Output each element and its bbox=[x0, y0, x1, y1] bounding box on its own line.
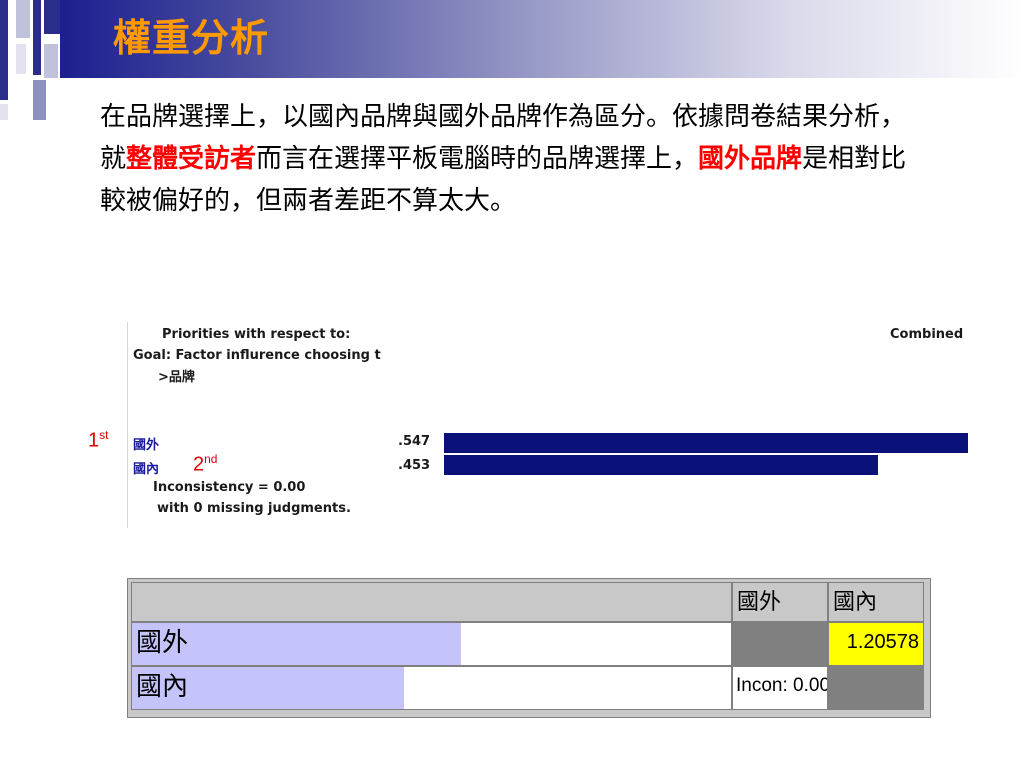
decorative-square bbox=[33, 0, 41, 75]
combined-label: Combined bbox=[890, 327, 964, 342]
priority-label-foreign: 國外 bbox=[133, 438, 160, 453]
decorative-square bbox=[44, 44, 58, 78]
inconsistency-text: Inconsistency = 0.00 bbox=[153, 480, 306, 495]
decorative-square bbox=[0, 104, 8, 120]
paragraph-text: 而言在選擇平板電腦時的品牌選擇上， bbox=[256, 144, 699, 174]
grid-col-header-foreign[interactable]: 國外 bbox=[732, 582, 828, 622]
decorative-square bbox=[44, 0, 60, 34]
grid-header-blank bbox=[131, 582, 732, 622]
subgoal-line: >品牌 bbox=[158, 370, 195, 385]
comparison-grid: 國外 國內 國外 1.20578 國內 Incon: 0.00 bbox=[127, 578, 931, 718]
highlight-respondents: 整體受訪者 bbox=[126, 144, 257, 174]
grid-ratio-cell[interactable]: 1.20578 bbox=[828, 622, 924, 666]
priority-value-domestic: .453 bbox=[398, 458, 431, 473]
grid-row-label-domestic[interactable]: 國內 bbox=[131, 666, 732, 710]
goal-line: Goal: Factor influrence choosing t bbox=[133, 348, 381, 363]
decorative-square bbox=[0, 0, 8, 100]
decorative-square bbox=[16, 0, 30, 38]
grid-diagonal-cell bbox=[828, 666, 924, 710]
slide-title: 權重分析 bbox=[113, 16, 270, 60]
priorities-panel: Priorities with respect to: Combined Goa… bbox=[127, 322, 973, 528]
body-paragraph: 在品牌選擇上，以國內品牌與國外品牌作為區分。依據問卷結果分析，就整體受訪者而言在… bbox=[100, 96, 920, 222]
grid-incon-cell: Incon: 0.00 bbox=[732, 666, 828, 710]
priority-bar-foreign bbox=[444, 433, 968, 453]
priorities-header: Priorities with respect to: bbox=[162, 327, 351, 342]
priority-label-domestic: 國內 bbox=[133, 462, 160, 477]
priority-value-foreign: .547 bbox=[398, 434, 431, 449]
decorative-square bbox=[16, 44, 26, 74]
grid-diagonal-cell bbox=[732, 622, 828, 666]
rank-first-label: 1st bbox=[88, 428, 109, 452]
missing-judgments-text: with 0 missing judgments. bbox=[157, 501, 351, 516]
grid-row-label-foreign[interactable]: 國外 bbox=[131, 622, 732, 666]
highlight-foreign-brand: 國外品牌 bbox=[698, 144, 803, 174]
grid-col-header-domestic[interactable]: 國內 bbox=[828, 582, 924, 622]
decorative-square bbox=[33, 80, 46, 120]
priority-bar-domestic bbox=[444, 455, 878, 475]
